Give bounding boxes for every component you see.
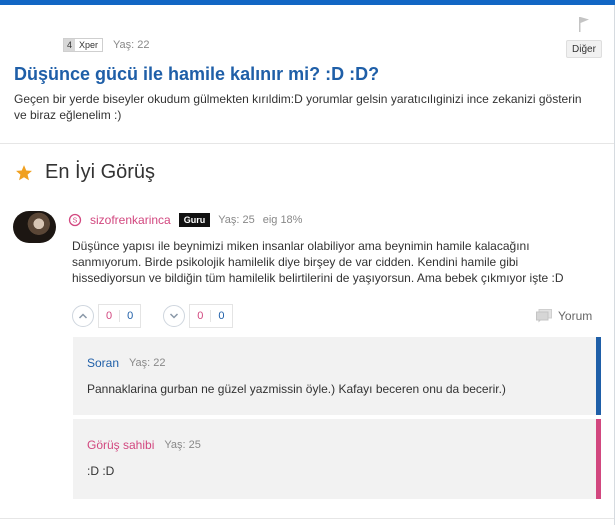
top-accent-bar	[0, 0, 615, 5]
level-number: 4	[64, 39, 76, 51]
downvote-counts: 0 0	[189, 304, 233, 328]
avatar[interactable]	[13, 211, 56, 243]
flag-icon[interactable]	[577, 16, 591, 32]
asker-age: Yaş: 22	[113, 39, 150, 51]
rank-badge: Guru	[178, 213, 211, 227]
downvote-negative-count: 0	[210, 310, 231, 322]
upvote-counts: 0 0	[98, 304, 142, 328]
reply-meta: Soran Yaş: 22	[87, 356, 582, 370]
reply-item: Soran Yaş: 22 Pannaklarina gurban ne güz…	[73, 337, 601, 415]
divider	[0, 143, 614, 144]
svg-text:S: S	[73, 218, 78, 225]
reply-body: Pannaklarina gurban ne güzel yazmissin ö…	[87, 382, 506, 396]
comment-button[interactable]: Yorum	[536, 309, 592, 323]
divider	[0, 518, 614, 519]
best-opinion-heading: En İyi Görüş	[45, 161, 156, 183]
gender-icon: S	[68, 213, 82, 227]
star-icon	[16, 165, 32, 181]
answer-status: eig 18%	[262, 214, 303, 226]
answer-meta: S sizofrenkarinca Guru Yaş: 25 eig 18%	[68, 213, 302, 227]
reply-meta: Görüş sahibi Yaş: 25	[87, 438, 582, 452]
question-body: Geçen bir yerde biseyler okudum gülmekte…	[14, 92, 582, 122]
chevron-up-icon	[78, 313, 88, 319]
chevron-down-icon	[170, 313, 179, 319]
level-badge: 4 Xper	[63, 38, 104, 52]
answer-username[interactable]: sizofrenkarinca	[90, 213, 171, 227]
question-meta: 4 Xper Yaş: 22	[63, 38, 150, 52]
upvote-negative-count: 0	[119, 310, 140, 322]
reply-username[interactable]: Görüş sahibi	[87, 438, 154, 452]
reply-age: Yaş: 25	[164, 439, 201, 451]
downvote-positive-count: 0	[197, 310, 204, 322]
reply-username[interactable]: Soran	[87, 356, 119, 370]
level-name: Xper	[75, 39, 103, 51]
answer-body: Düşünce yapısı ile beynimizi miken insan…	[72, 239, 564, 285]
vote-bar: 0 0 0 0	[72, 304, 255, 328]
other-button[interactable]: Diğer	[566, 40, 602, 58]
upvote-positive-count: 0	[106, 310, 113, 322]
reply-age: Yaş: 22	[129, 357, 166, 369]
downvote-button[interactable]	[163, 305, 186, 327]
reply-item: Görüş sahibi Yaş: 25 :D :D	[73, 419, 601, 499]
reply-body: :D :D	[87, 464, 115, 478]
upvote-button[interactable]	[72, 305, 94, 327]
comment-label: Yorum	[558, 309, 593, 323]
question-title[interactable]: Düşünce gücü ile hamile kalınır mi? :D :…	[14, 64, 379, 85]
answer-age: Yaş: 25	[218, 214, 255, 226]
comment-icon	[536, 309, 552, 323]
